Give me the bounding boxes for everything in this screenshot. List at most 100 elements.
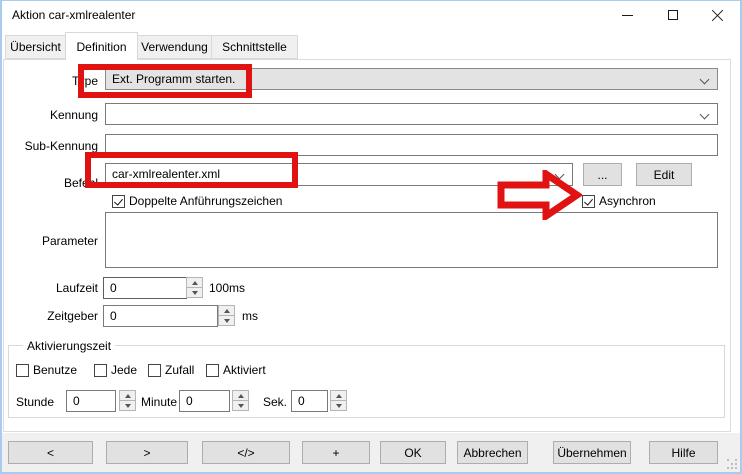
minute-spinner bbox=[232, 390, 249, 412]
doppelte-checkbox-row: Doppelte Anführungszeichen bbox=[112, 194, 282, 208]
minute-value: 0 bbox=[186, 394, 193, 408]
jede-checkbox[interactable] bbox=[94, 364, 107, 377]
browse-button[interactable]: ... bbox=[583, 163, 622, 186]
asynchron-checkbox-label: Asynchron bbox=[599, 194, 656, 208]
zeitgeber-unit: ms bbox=[242, 309, 258, 323]
help-button-label: Hilfe bbox=[671, 446, 695, 460]
asynchron-checkbox-row: Asynchron bbox=[582, 194, 656, 208]
add-button-label: + bbox=[332, 446, 339, 460]
tab-label: Übersicht bbox=[10, 40, 61, 54]
doppelte-checkbox-label: Doppelte Anführungszeichen bbox=[129, 194, 282, 208]
edit-button-label: Edit bbox=[654, 168, 675, 182]
laufzeit-label: Laufzeit bbox=[10, 281, 98, 295]
next-button-label: > bbox=[143, 446, 150, 460]
minimize-button[interactable] bbox=[605, 1, 650, 29]
add-button[interactable]: + bbox=[302, 441, 370, 464]
stunde-input[interactable]: 0 bbox=[66, 390, 116, 412]
code-button-label: </> bbox=[237, 446, 254, 460]
code-button[interactable]: </> bbox=[202, 441, 290, 464]
sek-label: Sek. bbox=[263, 395, 287, 409]
cancel-button-label: Abbrechen bbox=[463, 446, 521, 460]
sub-kennung-label: Sub-Kennung bbox=[10, 139, 98, 153]
zeitgeber-input[interactable]: 0 bbox=[103, 305, 218, 327]
benutze-checkbox-label: Benutze bbox=[33, 363, 77, 377]
tab-label: Verwendung bbox=[141, 40, 208, 54]
chevron-down-icon bbox=[700, 110, 710, 120]
type-label: Type bbox=[10, 74, 98, 88]
chevron-down-icon bbox=[555, 170, 565, 180]
spin-down-button[interactable] bbox=[330, 400, 347, 411]
spin-down-button[interactable] bbox=[119, 400, 136, 411]
maximize-icon bbox=[668, 10, 678, 20]
arrow-up-icon bbox=[192, 281, 198, 285]
aktiviert-checkbox-row: Aktiviert bbox=[206, 363, 266, 377]
laufzeit-unit: 100ms bbox=[209, 281, 245, 295]
type-combobox[interactable]: Ext. Programm starten. bbox=[105, 68, 718, 90]
maximize-button[interactable] bbox=[650, 1, 695, 29]
zeitgeber-spinner bbox=[218, 305, 235, 327]
arrow-down-icon bbox=[336, 404, 342, 408]
befehl-combobox[interactable]: car-xmlrealenter.xml bbox=[105, 163, 573, 186]
befehl-label: Befehl bbox=[10, 176, 98, 190]
spin-down-button[interactable] bbox=[232, 400, 249, 411]
edit-button[interactable]: Edit bbox=[636, 163, 692, 186]
tab-uebersicht[interactable]: Übersicht bbox=[5, 35, 66, 59]
arrow-up-icon bbox=[238, 394, 244, 398]
arrow-up-icon bbox=[336, 394, 342, 398]
zufall-checkbox-row: Zufall bbox=[148, 363, 194, 377]
parameter-textarea[interactable] bbox=[105, 212, 718, 268]
sek-input[interactable]: 0 bbox=[291, 390, 328, 412]
arrow-down-icon bbox=[224, 319, 230, 323]
check-icon bbox=[114, 196, 123, 205]
aktivierungszeit-group: Aktivierungszeit Benutze Jede Zufall Akt… bbox=[8, 345, 725, 418]
help-button[interactable]: Hilfe bbox=[649, 441, 718, 464]
benutze-checkbox[interactable] bbox=[16, 364, 29, 377]
arrow-up-icon bbox=[125, 394, 131, 398]
close-button[interactable] bbox=[695, 1, 740, 29]
minute-input[interactable]: 0 bbox=[179, 390, 230, 412]
stunde-spinner bbox=[119, 390, 136, 412]
kennung-label: Kennung bbox=[10, 108, 98, 122]
tab-label: Definition bbox=[76, 40, 126, 54]
title-bar[interactable]: Aktion car-xmlrealenter bbox=[0, 0, 742, 30]
laufzeit-value: 0 bbox=[110, 281, 117, 295]
sek-spinner bbox=[330, 390, 347, 412]
tab-schnittstelle[interactable]: Schnittstelle bbox=[211, 35, 298, 59]
benutze-checkbox-row: Benutze bbox=[16, 363, 77, 377]
asynchron-checkbox[interactable] bbox=[582, 195, 595, 208]
laufzeit-input[interactable]: 0 bbox=[103, 277, 187, 299]
prev-button[interactable]: < bbox=[8, 441, 93, 464]
aktivierungszeit-title: Aktivierungszeit bbox=[23, 339, 115, 353]
stunde-label: Stunde bbox=[16, 395, 54, 409]
close-icon bbox=[711, 9, 724, 22]
sub-kennung-input[interactable] bbox=[105, 134, 718, 156]
prev-button-label: < bbox=[47, 446, 54, 460]
apply-button[interactable]: Übernehmen bbox=[553, 441, 631, 464]
doppelte-checkbox[interactable] bbox=[112, 195, 125, 208]
minimize-icon bbox=[622, 15, 633, 16]
resize-grip[interactable] bbox=[727, 459, 737, 469]
dialog-window: Aktion car-xmlrealenter Übersicht Defini… bbox=[0, 0, 742, 474]
ok-button-label: OK bbox=[404, 446, 421, 460]
aktiviert-checkbox[interactable] bbox=[206, 364, 219, 377]
spin-down-button[interactable] bbox=[218, 315, 235, 326]
browse-button-label: ... bbox=[597, 168, 607, 182]
arrow-up-icon bbox=[224, 309, 230, 313]
zeitgeber-value: 0 bbox=[110, 309, 117, 323]
zufall-checkbox[interactable] bbox=[148, 364, 161, 377]
zeitgeber-label: Zeitgeber bbox=[10, 309, 98, 323]
check-icon bbox=[584, 196, 593, 205]
tab-definition[interactable]: Definition bbox=[65, 32, 138, 60]
tab-verwendung[interactable]: Verwendung bbox=[137, 35, 212, 59]
tab-label: Schnittstelle bbox=[222, 40, 287, 54]
cancel-button[interactable]: Abbrechen bbox=[457, 441, 528, 464]
kennung-combobox[interactable] bbox=[105, 103, 718, 125]
type-value: Ext. Programm starten. bbox=[112, 72, 235, 86]
minute-label: Minute bbox=[141, 395, 177, 409]
ok-button[interactable]: OK bbox=[380, 441, 446, 464]
spin-down-button[interactable] bbox=[186, 287, 203, 298]
jede-checkbox-label: Jede bbox=[111, 363, 137, 377]
jede-checkbox-row: Jede bbox=[94, 363, 137, 377]
next-button[interactable]: > bbox=[106, 441, 188, 464]
arrow-down-icon bbox=[192, 291, 198, 295]
